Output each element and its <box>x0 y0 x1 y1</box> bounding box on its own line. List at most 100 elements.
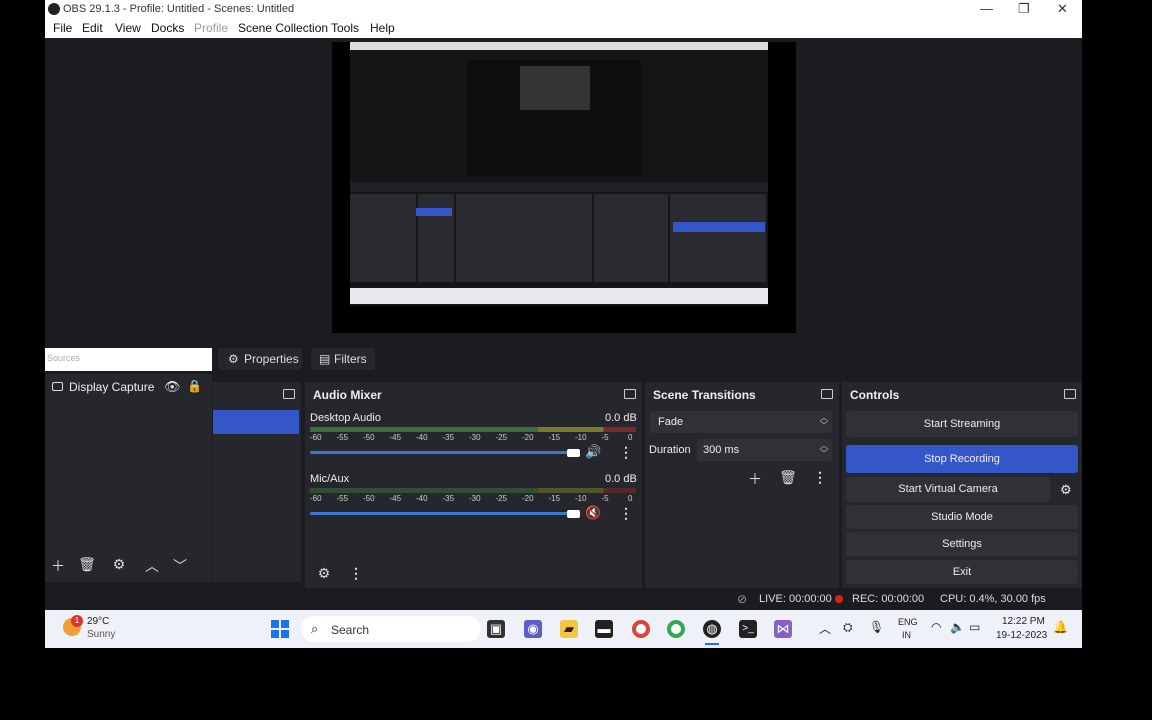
notification-bell-icon[interactable]: 🔔 <box>1053 620 1068 634</box>
title-bar: OBS 29.1.3 - Profile: Untitled - Scenes:… <box>45 0 1082 18</box>
db-scale-tick: -20 <box>522 494 534 503</box>
settings-button[interactable]: Settings <box>846 532 1078 556</box>
source-settings-icon[interactable]: ⚙ <box>110 556 128 573</box>
desktop-audio-volume-knob[interactable] <box>567 449 580 457</box>
audio-mixer-menu-icon[interactable]: ⋮ <box>347 565 365 582</box>
undock-controls-icon[interactable] <box>1064 389 1076 399</box>
chrome-icon[interactable] <box>632 620 650 638</box>
undock-audio-mixer-icon[interactable] <box>624 389 636 399</box>
move-up-icon[interactable]: ︿ <box>143 556 161 576</box>
start-streaming-button[interactable]: Start Streaming <box>846 411 1078 437</box>
start-virtual-camera-button[interactable]: Start Virtual Camera <box>846 477 1050 502</box>
microphone-icon[interactable]: 🎙 <box>869 620 884 634</box>
tab-sources-label: Sources <box>47 353 81 363</box>
menu-tools[interactable]: Tools <box>331 21 359 35</box>
menu-edit[interactable]: Edit <box>82 21 103 35</box>
db-scale-tick: -35 <box>442 433 455 442</box>
lock-icon[interactable]: 🔒 <box>187 379 202 393</box>
obs-taskbar-icon[interactable]: ◍ <box>703 620 721 638</box>
preview-canvas[interactable] <box>332 42 796 333</box>
exit-button[interactable]: Exit <box>846 560 1078 584</box>
add-source-icon[interactable]: ＋ <box>49 556 67 576</box>
minimize-icon[interactable]: — <box>980 1 993 16</box>
studio-mode-button[interactable]: Studio Mode <box>846 505 1078 529</box>
scene-item-selected[interactable] <box>213 410 299 434</box>
menu-scene-collection[interactable]: Scene Collection <box>238 21 328 35</box>
windows-start-icon[interactable] <box>271 620 289 638</box>
mic-aux-meter <box>310 488 636 493</box>
volume-icon[interactable]: 🔈 <box>950 620 965 634</box>
terminal-icon[interactable]: >_ <box>739 620 757 638</box>
region-label[interactable]: IN <box>902 630 911 640</box>
battery-icon[interactable]: ▭ <box>969 620 980 634</box>
trash-icon[interactable]: 🗑 <box>78 556 96 573</box>
weather-desc[interactable]: Sunny <box>87 629 115 640</box>
menu-view[interactable]: View <box>115 21 141 35</box>
clock-time[interactable]: 12:22 PM <box>1002 616 1045 627</box>
restore-icon[interactable]: ❐ <box>1018 1 1030 17</box>
status-bar: ⊘ LIVE: 00:00:00 REC: 00:00:00 CPU: 0.4%… <box>45 589 1082 610</box>
undock-transitions-icon[interactable] <box>821 389 833 399</box>
media-app-icon[interactable]: ▬ <box>595 620 613 638</box>
record-dot-icon <box>835 595 843 603</box>
db-scale-tick: -55 <box>336 494 349 503</box>
eye-icon[interactable]: 👁 <box>164 379 181 395</box>
transition-menu-icon[interactable]: ⋮ <box>811 469 829 486</box>
add-transition-icon[interactable]: ＋ <box>746 469 764 489</box>
speaker-muted-icon[interactable]: 🔇 <box>585 505 601 521</box>
mic-aux-menu-icon[interactable]: ⋮ <box>619 505 633 522</box>
show-hidden-icons-chevron-icon[interactable]: ︿ <box>819 620 831 637</box>
duration-value: 300 ms <box>703 444 740 456</box>
desktop-audio-label: Desktop Audio <box>310 412 381 424</box>
file-explorer-icon[interactable]: ▰ <box>560 620 578 638</box>
speaker-icon[interactable]: 🔊 <box>585 444 601 460</box>
chat-icon[interactable]: ◉ <box>524 620 542 638</box>
scenes-panel <box>213 382 301 582</box>
remove-transition-icon[interactable]: 🗑 <box>779 469 797 486</box>
visual-studio-icon[interactable]: ⋈ <box>774 620 792 638</box>
db-scale-tick: -30 <box>469 494 481 503</box>
scene-transitions-title: Scene Transitions <box>653 388 756 402</box>
clock-date[interactable]: 19-12-2023 <box>996 630 1047 641</box>
db-scale-tick: -50 <box>363 433 375 442</box>
search-icon: ⌕ <box>311 621 319 636</box>
desktop-audio-menu-icon[interactable]: ⋮ <box>619 444 633 461</box>
cpu-fps: CPU: 0.4%, 30.00 fps <box>940 593 1046 605</box>
tray-app-icon[interactable]: ⛭ <box>843 620 853 635</box>
menu-docks[interactable]: Docks <box>151 21 184 35</box>
stream-signal-icon: ⊘ <box>737 592 748 606</box>
menu-profile[interactable]: Profile <box>194 21 228 35</box>
language-label[interactable]: ENG <box>898 617 918 627</box>
mic-aux-volume-slider[interactable] <box>310 512 578 515</box>
stop-recording-button[interactable]: Stop Recording <box>846 445 1078 473</box>
window-title: OBS 29.1.3 - Profile: Untitled - Scenes:… <box>63 3 295 15</box>
tab-sources[interactable]: Sources <box>45 348 212 371</box>
db-scale-tick: -45 <box>389 494 402 503</box>
db-scale-tick: -40 <box>416 433 428 442</box>
desktop-audio-db: 0.0 dB <box>605 412 637 424</box>
advanced-audio-settings-icon[interactable]: ⚙ <box>315 565 333 582</box>
scene-transitions-panel: Scene Transitions Fade ︿ ﹀ Duration 300 m… <box>645 382 839 588</box>
mic-aux-volume-knob[interactable] <box>567 510 580 518</box>
filter-icon: ▤ <box>319 352 331 366</box>
transition-select[interactable]: Fade ︿ ﹀ <box>650 411 832 433</box>
db-scale-tick: -35 <box>442 494 455 503</box>
controls-title: Controls <box>850 388 900 402</box>
move-down-icon[interactable]: ﹀ <box>171 556 189 576</box>
chrome-profile-icon[interactable] <box>667 620 685 638</box>
menu-file[interactable]: File <box>53 21 72 35</box>
db-scale-tick: -20 <box>522 433 534 442</box>
undock-scenes-icon[interactable] <box>283 389 295 399</box>
tab-filters[interactable]: ▤ Filters <box>311 348 375 370</box>
task-view-icon[interactable]: ▣ <box>487 620 505 638</box>
close-icon[interactable]: ✕ <box>1057 1 1068 17</box>
virtual-camera-settings-icon[interactable]: ⚙ <box>1060 482 1072 498</box>
source-item-display-capture[interactable]: Display Capture <box>69 380 154 394</box>
menu-help[interactable]: Help <box>370 21 395 35</box>
duration-spinbox[interactable]: 300 ms ︿ ﹀ <box>697 439 832 461</box>
weather-temp[interactable]: 29°C <box>87 616 109 627</box>
tab-properties[interactable]: ⚙ Properties <box>218 348 302 370</box>
taskbar-search-box[interactable]: ⌕ Search <box>301 616 481 642</box>
desktop-audio-volume-slider[interactable] <box>310 451 578 454</box>
wifi-icon[interactable]: ◠ <box>931 620 941 634</box>
